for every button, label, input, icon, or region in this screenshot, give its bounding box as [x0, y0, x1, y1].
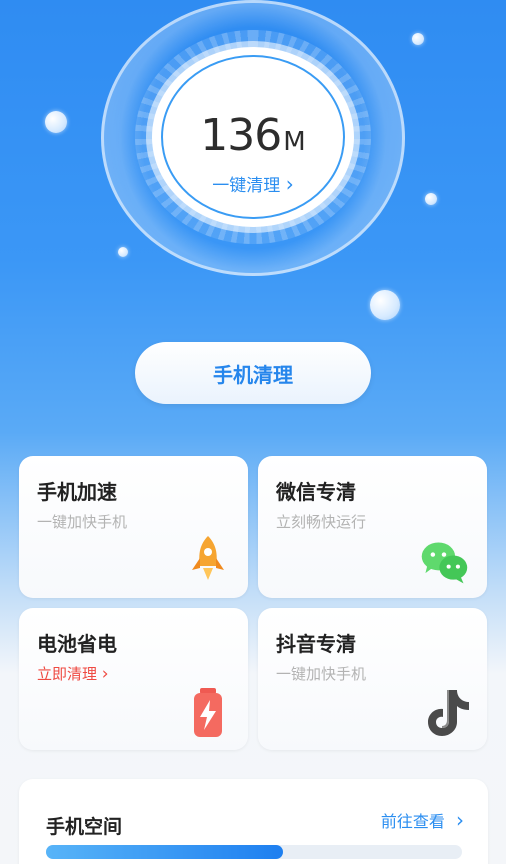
card-subtitle: 一键加快手机 [276, 665, 367, 683]
card-phone-boost[interactable]: 手机加速 一键加快手机 [19, 456, 248, 598]
phone-clean-button-label: 手机清理 [213, 362, 293, 387]
card-wechat-clean[interactable]: 微信专清 立刻畅快运行 [258, 456, 487, 598]
card-title: 电池省电 [37, 632, 117, 656]
card-title: 手机加速 [37, 480, 117, 504]
storage-progress-bar [46, 845, 462, 859]
chevron-right-icon: › [456, 808, 464, 832]
battery-clean-link: 立即清理 [37, 665, 98, 683]
card-title: 微信专清 [276, 480, 356, 504]
card-battery-save[interactable]: 电池省电 立即清理 › [19, 608, 248, 750]
card-title: 抖音专清 [276, 632, 356, 656]
view-storage-label: 前往查看 [380, 812, 445, 831]
phone-storage-card: 手机空间 前往查看 › [19, 779, 488, 864]
card-subtitle[interactable]: 立即清理 › [37, 663, 109, 684]
card-douyin-clean[interactable]: 抖音专清 一键加快手机 [258, 608, 487, 750]
phone-clean-button[interactable]: 手机清理 [135, 342, 371, 404]
junk-size-value: 136 [200, 110, 282, 161]
storage-title: 手机空间 [46, 816, 123, 838]
wechat-icon [421, 542, 468, 584]
junk-size-unit: M [283, 127, 306, 157]
chevron-right-icon: › [285, 172, 294, 196]
one-key-clean-link[interactable]: 一键清理 › [152, 171, 354, 196]
bubble-decoration [45, 111, 67, 133]
battery-icon [194, 688, 222, 737]
bubble-decoration [118, 247, 128, 257]
junk-size: 136M [152, 110, 354, 161]
card-subtitle: 一键加快手机 [37, 513, 128, 531]
one-key-clean-label: 一键清理 [212, 176, 281, 196]
bubble-decoration [370, 290, 400, 320]
douyin-icon [428, 690, 469, 736]
rocket-icon [192, 536, 224, 580]
chevron-right-icon: › [101, 664, 109, 684]
bubble-decoration [412, 33, 424, 45]
card-subtitle: 立刻畅快运行 [276, 513, 367, 531]
view-storage-link[interactable]: 前往查看 › [381, 808, 464, 832]
hero-area: 136M 一键清理 › [0, 0, 506, 340]
bubble-decoration [425, 193, 437, 205]
storage-progress-fill [46, 845, 284, 859]
